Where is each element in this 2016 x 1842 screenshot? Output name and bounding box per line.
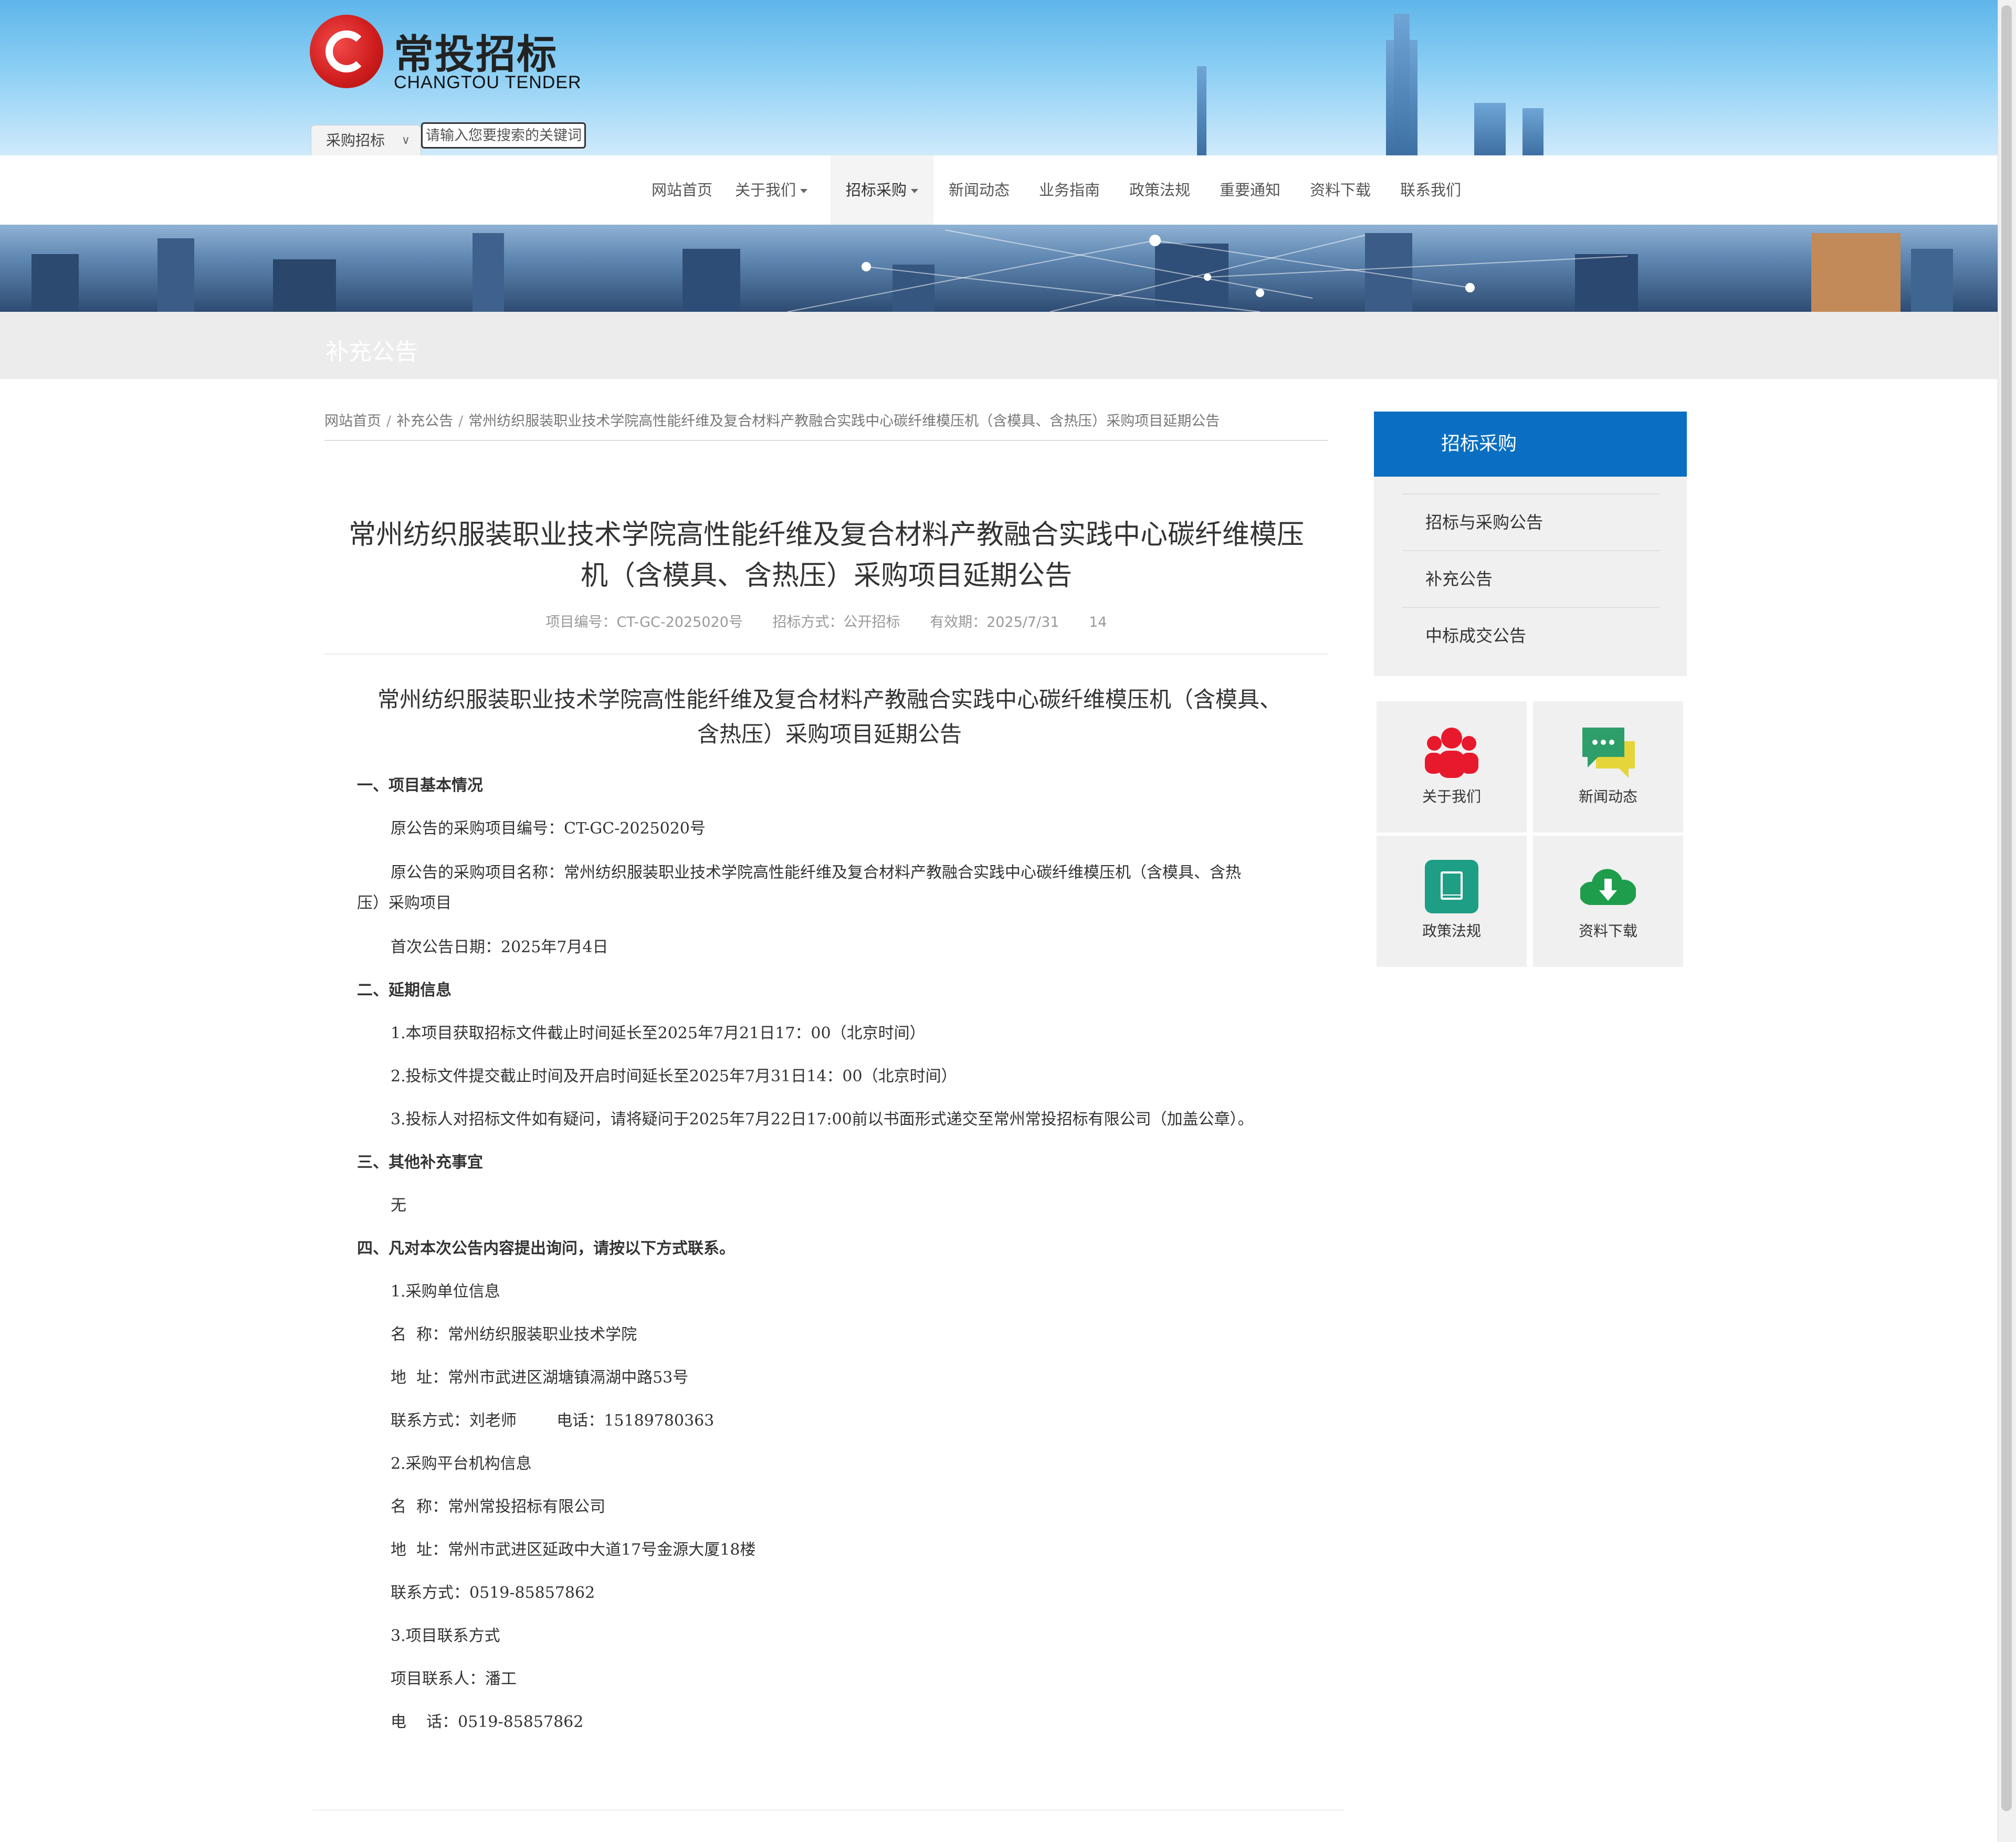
page-title-band: 补充公告: [0, 312, 1998, 379]
main-nav: 网站首页 关于我们 招标采购 新闻动态 业务指南 政策法规 重要通知 资料下载 …: [0, 155, 1998, 225]
tile-label: 资料下载: [1578, 922, 1637, 940]
caret-down-icon: [800, 189, 807, 193]
document-title: 常州纺织服装职业技术学院高性能纤维及复合材料产教融合实践中心碳纤维模压机（含模具…: [377, 687, 1282, 747]
cloud-download-icon: [1580, 869, 1636, 905]
search-input[interactable]: [421, 122, 586, 149]
meta-project-code: 项目编号：CT-GC-2025020号: [545, 614, 743, 630]
skyline-tower-spire: [1394, 14, 1410, 155]
logo-mark-icon: [310, 15, 383, 88]
article-meta: 项目编号：CT-GC-2025020号 招标方式：公开招标 有效期：2025/7…: [324, 611, 1328, 631]
users-icon: [1425, 728, 1478, 778]
paragraph: 联系方式：0519-85857862: [391, 1584, 595, 1602]
tile-news[interactable]: 新闻动态: [1533, 701, 1683, 833]
paragraph: 地 址：常州市武进区延政中大道17号金源大厦18楼: [391, 1541, 756, 1559]
nav-item-about[interactable]: 关于我们: [732, 155, 811, 225]
divider: [324, 654, 1328, 655]
section-heading: 三、其他补充事宜: [357, 1153, 483, 1172]
breadcrumb-home[interactable]: 网站首页: [324, 413, 381, 429]
header-banner: [0, 0, 1998, 155]
meta-method: 招标方式：公开招标: [772, 614, 900, 630]
nav-item-contact[interactable]: 联系我们: [1391, 155, 1470, 225]
tile-policy[interactable]: 政策法规: [1377, 836, 1527, 967]
meta-valid-date: 有效期：2025/7/31: [930, 614, 1059, 630]
page-title: 补充公告: [326, 339, 418, 365]
paragraph: 原公告的采购项目编号：CT-GC-2025020号: [391, 819, 706, 838]
nav-item-home[interactable]: 网站首页: [643, 155, 721, 225]
chat-icon: [1582, 728, 1635, 778]
logo-text-en: CHANGTOU TENDER: [394, 72, 582, 92]
skyline-tower: [1474, 103, 1506, 155]
paragraph: 原公告的采购项目名称：常州纺织服装职业技术学院高性能纤维及复合材料产教融合实践中…: [357, 864, 1241, 912]
paragraph: 1.采购单位信息: [391, 1282, 500, 1301]
city-banner: [0, 225, 1998, 312]
nav-item-notice[interactable]: 重要通知: [1211, 155, 1289, 225]
nav-item-download[interactable]: 资料下载: [1301, 155, 1380, 225]
paragraph: 名 称：常州纺织服装职业技术学院: [391, 1325, 637, 1344]
meta-view-count: 14: [1089, 614, 1107, 630]
paragraph: 3.项目联系方式: [391, 1627, 500, 1645]
search-category-value: 采购招标: [326, 132, 385, 149]
sidebar-item-supplementary[interactable]: 补充公告: [1402, 550, 1660, 606]
paragraph: 3.投标人对招标文件如有疑问，请将疑问于2025年7月22日17:00前以书面形…: [391, 1110, 1254, 1129]
skyline-antenna: [1197, 66, 1206, 155]
sidebar-menu: 招标与采购公告 补充公告 中标成交公告: [1374, 477, 1687, 676]
breadcrumb: 网站首页 / 补充公告 / 常州纺织服装职业技术学院高性能纤维及复合材料产教融合实践中心…: [324, 409, 1328, 441]
scrollbar-thumb[interactable]: [2001, 5, 2012, 1811]
nav-item-procurement[interactable]: 招标采购: [831, 155, 933, 225]
network-lines: [787, 229, 1628, 312]
sidebar-item-announcements[interactable]: 招标与采购公告: [1402, 493, 1660, 549]
paragraph: 项目联系人：潘工: [391, 1670, 517, 1688]
tile-label: 关于我们: [1422, 788, 1481, 805]
paragraph: 电 话：0519-85857862: [391, 1713, 584, 1731]
paragraph: 无: [391, 1196, 406, 1215]
tile-label: 政策法规: [1422, 922, 1481, 940]
nav-item-news[interactable]: 新闻动态: [940, 155, 1018, 225]
breadcrumb-current: 常州纺织服装职业技术学院高性能纤维及复合材料产教融合实践中心碳纤维模压机（含模具…: [468, 413, 1220, 429]
logo-text-cn: 常投招标: [394, 31, 558, 78]
sidebar-heading: 招标采购: [1374, 412, 1687, 477]
quick-links: 关于我们 新闻动态 政策法规 资料下载: [1377, 701, 1686, 967]
tile-about[interactable]: 关于我们: [1377, 701, 1527, 833]
paragraph: 联系方式：刘老师 电话：15189780363: [391, 1412, 715, 1430]
caret-down-icon: [911, 189, 918, 193]
paragraph: 2.采购平台机构信息: [391, 1455, 532, 1473]
tile-download[interactable]: 资料下载: [1533, 836, 1683, 967]
sidebar-item-award[interactable]: 中标成交公告: [1402, 607, 1660, 662]
paragraph: 首次公告日期：2025年7月4日: [391, 938, 608, 956]
breadcrumb-category[interactable]: 补充公告: [396, 413, 453, 429]
book-icon: [1425, 860, 1478, 913]
site-logo[interactable]: 常投招标 CHANGTOU TENDER: [310, 15, 583, 93]
nav-item-guide[interactable]: 业务指南: [1030, 155, 1109, 225]
paragraph: 名 称：常州常投招标有限公司: [391, 1498, 606, 1516]
nav-item-policy[interactable]: 政策法规: [1120, 155, 1199, 225]
section-heading: 一、项目基本情况: [357, 776, 483, 795]
paragraph: 2.投标文件提交截止时间及开启时间延长至2025年7月31日14：00（北京时间…: [391, 1067, 957, 1086]
chevron-down-icon: ∨: [401, 134, 410, 147]
article-body: 常州纺织服装职业技术学院高性能纤维及复合材料产教融合实践中心碳纤维模压机（含模具…: [357, 682, 1302, 1744]
skyline-tower: [1522, 108, 1544, 155]
divider: [312, 1809, 1344, 1811]
paragraph: 地 址：常州市武进区湖塘镇滆湖中路53号: [391, 1369, 689, 1387]
section-heading: 四、凡对本次公告内容提出询问，请按以下方式联系。: [357, 1239, 735, 1258]
search-category-select[interactable]: 采购招标 ∨: [311, 125, 421, 155]
section-heading: 二、延期信息: [357, 981, 452, 999]
article-title: 常州纺织服装职业技术学院高性能纤维及复合材料产教融合实践中心碳纤维模压 机（含模…: [348, 519, 1304, 592]
paragraph: 1.本项目获取招标文件截止时间延长至2025年7月21日17：00（北京时间）: [391, 1024, 926, 1043]
tile-label: 新闻动态: [1578, 788, 1637, 805]
